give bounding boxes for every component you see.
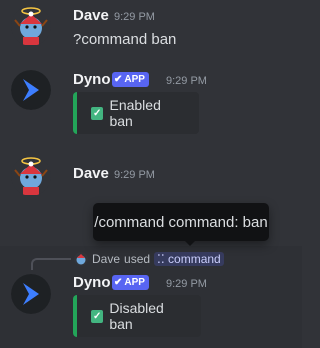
message-dave-2: Dave 9:29 PM	[0, 148, 302, 208]
message-dyno-2: Dyno ✔ APP 9:29 PM ✓ Disabled ban	[0, 268, 302, 348]
dyno-avatar[interactable]	[11, 70, 51, 110]
tooltip-arrow	[184, 240, 196, 246]
message-dyno-1: Dyno ✔ APP 9:29 PM ✓ Enabled ban	[0, 64, 302, 148]
embed: ✓ Enabled ban	[73, 92, 199, 134]
verified-check-icon: ✔	[114, 276, 123, 288]
check-icon: ✓	[91, 309, 104, 323]
timestamp: 9:29 PM	[166, 278, 207, 290]
dyno-avatar[interactable]	[11, 274, 51, 314]
app-badge: ✔ APP	[112, 275, 149, 290]
app-badge-label: APP	[124, 74, 145, 85]
reply-verb: used	[124, 252, 151, 266]
command-reply[interactable]: Dave used ⁚⁚ command	[74, 250, 224, 268]
author-name[interactable]: Dave	[73, 7, 109, 24]
author-name[interactable]: Dyno	[73, 71, 111, 88]
reply-user[interactable]: Dave	[92, 252, 120, 266]
verified-check-icon: ✔	[114, 73, 123, 85]
message-dave-1: Dave 9:29 PM ?command ban	[0, 0, 302, 64]
dave-avatar[interactable]	[11, 156, 51, 196]
author-name[interactable]: Dyno	[73, 274, 111, 291]
slash-command-name: command	[168, 252, 221, 266]
timestamp: 9:29 PM	[166, 75, 207, 87]
app-badge: ✔ APP	[112, 72, 149, 87]
app-badge-label: APP	[124, 277, 145, 288]
slash-command-link[interactable]: ⁚⁚ command	[154, 252, 224, 266]
embed-text: Enabled ban	[109, 97, 161, 129]
command-tooltip: /command command: ban	[93, 203, 269, 241]
embed: ✓ Disabled ban	[73, 295, 201, 337]
check-icon: ✓	[91, 106, 104, 120]
dave-mini-avatar	[74, 252, 88, 266]
slash-command-icon: ⁚⁚	[157, 252, 165, 266]
embed-text: Disabled ban	[109, 300, 164, 332]
timestamp: 9:29 PM	[114, 11, 155, 23]
author-name[interactable]: Dave	[73, 165, 109, 182]
message-text: ?command ban	[73, 31, 177, 48]
timestamp: 9:29 PM	[114, 169, 155, 181]
dave-avatar[interactable]	[11, 6, 51, 46]
